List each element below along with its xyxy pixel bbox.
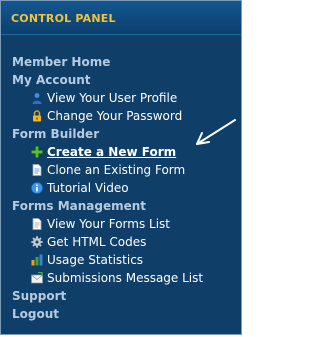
- nav-label: Usage Statistics: [47, 253, 144, 267]
- nav-view-forms-list[interactable]: View Your Forms List: [31, 215, 241, 233]
- document-icon: [31, 164, 43, 176]
- nav-member-home[interactable]: Member Home: [12, 53, 241, 71]
- nav-label: Clone an Existing Form: [47, 163, 186, 177]
- nav-submissions-message-list[interactable]: Submissions Message List: [31, 269, 241, 287]
- nav-view-user-profile[interactable]: View Your User Profile: [31, 89, 241, 107]
- user-icon: [31, 92, 43, 104]
- nav-clone-form[interactable]: Clone an Existing Form: [31, 161, 241, 179]
- nav-label: Submissions Message List: [47, 271, 204, 285]
- section-my-account[interactable]: My Account: [12, 71, 241, 89]
- nav-label: Get HTML Codes: [47, 235, 147, 249]
- nav-label: View Your User Profile: [47, 91, 178, 105]
- bar-chart-icon: [31, 254, 43, 266]
- nav-support[interactable]: Support: [12, 287, 241, 305]
- nav-label: Tutorial Video: [47, 181, 129, 195]
- gear-icon: [31, 236, 43, 248]
- lock-icon: [31, 110, 43, 122]
- info-icon: [31, 182, 43, 194]
- document-icon: [31, 218, 43, 230]
- panel-title: CONTROL PANEL: [11, 12, 116, 25]
- control-panel: CONTROL PANEL Member Home My Account Vie…: [0, 0, 242, 335]
- nav-logout[interactable]: Logout: [12, 305, 241, 323]
- nav-usage-statistics[interactable]: Usage Statistics: [31, 251, 241, 269]
- nav-get-html-codes[interactable]: Get HTML Codes: [31, 233, 241, 251]
- envelope-icon: [31, 272, 43, 284]
- pointer-arrow-annotation: [196, 119, 236, 145]
- plus-icon: [31, 146, 43, 158]
- nav-tutorial-video[interactable]: Tutorial Video: [31, 179, 241, 197]
- nav-label: View Your Forms List: [47, 217, 170, 231]
- nav-label: Change Your Password: [47, 109, 183, 123]
- section-forms-management[interactable]: Forms Management: [12, 197, 241, 215]
- panel-header: CONTROL PANEL: [1, 1, 241, 35]
- nav-label: Create a New Form: [47, 145, 177, 159]
